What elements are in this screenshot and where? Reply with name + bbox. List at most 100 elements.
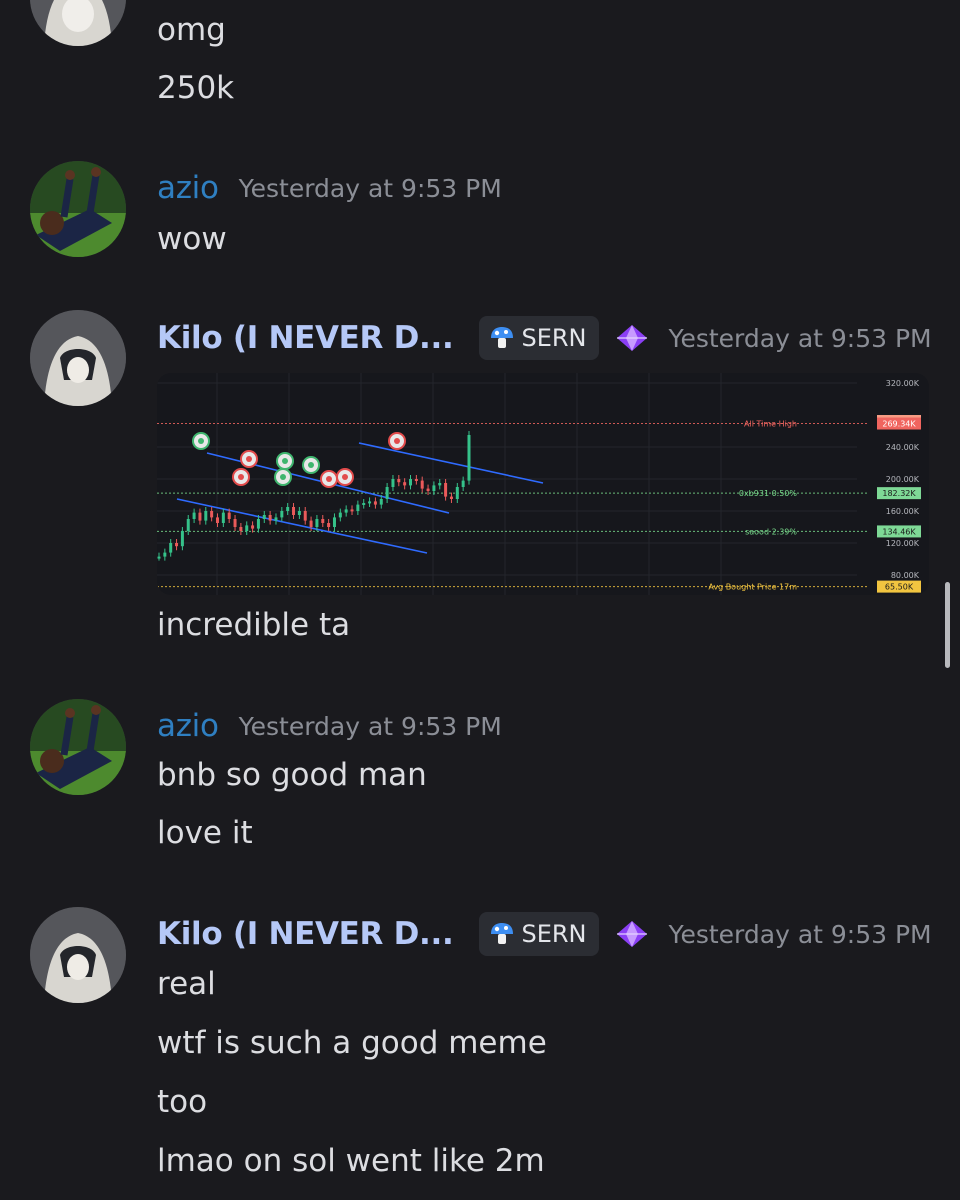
candle-body (251, 525, 255, 529)
candle-body (186, 519, 190, 531)
y-tick-label: 160.00K (886, 507, 920, 516)
chart-image-attachment[interactable]: 320.00K 240.00K 200.00K 160.00K 120.00K 80.00… (157, 373, 929, 595)
server-tag-label: SERN (521, 324, 587, 352)
message-text: wow (157, 221, 227, 257)
message-text: incredible ta (157, 607, 351, 643)
candle-body (420, 480, 424, 489)
candle-body (157, 556, 161, 559)
price-box-label: 65.50K (885, 583, 914, 592)
price-box-label: 134.46K (882, 527, 916, 536)
candle-body (391, 479, 395, 487)
candle-body (309, 520, 313, 527)
trade-marker-dot (326, 476, 332, 482)
message-text: lmao on sol went like 2m (157, 1143, 545, 1179)
timestamp[interactable]: Yesterday at 9:53 PM (239, 174, 502, 203)
candle-body (245, 525, 249, 531)
candle-body (163, 552, 167, 557)
candle-body (210, 511, 214, 518)
candle-body (338, 512, 342, 518)
candle-body (227, 512, 231, 519)
candle-body (403, 482, 407, 486)
trade-marker-dot (238, 474, 244, 480)
candle-body (268, 515, 272, 521)
scrollbar[interactable] (945, 582, 950, 668)
candle-body (169, 543, 173, 553)
candle-body (215, 517, 219, 523)
level-label: saood 2.39% (745, 527, 797, 536)
candle-body (409, 479, 413, 486)
candle-body (321, 519, 325, 523)
author-name[interactable]: azio (157, 170, 219, 206)
message-text: real (157, 966, 216, 1002)
candle-body (297, 511, 301, 515)
trade-marker-dot (308, 462, 314, 468)
purple-gem-icon[interactable] (615, 323, 649, 353)
server-tag-label: SERN (521, 920, 587, 948)
message-text: too (157, 1084, 208, 1120)
avatar[interactable] (30, 0, 126, 46)
y-tick-label: 240.00K (886, 443, 920, 452)
trade-marker-dot (198, 438, 204, 444)
mushroom-icon (491, 923, 514, 944)
server-tag[interactable]: SERN (479, 912, 599, 956)
y-tick-label: 320.00K (886, 379, 920, 388)
candle-body (455, 487, 459, 499)
candle-body (379, 499, 383, 505)
mushroom-icon (491, 327, 514, 348)
candle-body (204, 511, 208, 521)
trade-marker-dot (342, 474, 348, 480)
message-text: 250k (157, 70, 235, 106)
level-label: All Time High (744, 420, 797, 429)
candle-body (432, 485, 436, 491)
candle-body (373, 501, 377, 505)
candle-body (180, 531, 184, 547)
avatar-kilo[interactable] (30, 907, 126, 1003)
trade-marker-dot (394, 438, 400, 444)
message-text: bnb so good man (157, 757, 427, 793)
trend-line (358, 442, 544, 484)
candle-body (256, 519, 260, 529)
y-tick-label: 80.00K (891, 571, 920, 580)
candle-body (292, 507, 296, 515)
candle-body (461, 480, 465, 487)
candle-body (315, 519, 319, 527)
price-box-label: 182.32K (882, 489, 916, 498)
timestamp[interactable]: Yesterday at 9:53 PM (669, 324, 932, 353)
avatar-azio[interactable] (30, 699, 126, 795)
trend-line (176, 498, 428, 554)
author-name[interactable]: azio (157, 708, 219, 744)
candle-body (344, 509, 348, 513)
server-tag[interactable]: SERN (479, 316, 599, 360)
candle-body (327, 523, 331, 527)
message-header: azio Yesterday at 9:53 PM (157, 704, 502, 748)
candle-body (262, 515, 266, 519)
level-label: 0xb931 0.50% (739, 489, 798, 498)
candle-body (233, 519, 237, 527)
message-header: azio Yesterday at 9:53 PM (157, 166, 502, 210)
trade-marker-dot (282, 458, 288, 464)
candle-body (332, 517, 336, 527)
candle-body (280, 511, 284, 518)
candle-body (362, 503, 366, 505)
avatar-azio[interactable] (30, 161, 126, 257)
price-chart: 320.00K 240.00K 200.00K 160.00K 120.00K 80.00… (157, 373, 921, 595)
candle-body (350, 509, 354, 512)
avatar-kilo[interactable] (30, 310, 126, 406)
candle-body (175, 543, 179, 547)
candle-body (414, 479, 418, 481)
message-text: love it (157, 815, 253, 851)
author-name[interactable]: Kilo (I NEVER D... (157, 916, 454, 952)
timestamp[interactable]: Yesterday at 9:53 PM (669, 920, 932, 949)
message-header: Kilo (I NEVER D... SERN Yesterday at 9:5… (157, 912, 932, 956)
y-tick-label: 120.00K (886, 539, 920, 548)
author-name[interactable]: Kilo (I NEVER D... (157, 320, 454, 356)
candle-body (274, 517, 278, 521)
candle-body (449, 496, 453, 499)
purple-gem-icon[interactable] (615, 919, 649, 949)
candle-body (239, 527, 243, 531)
y-tick-label: 200.00K (886, 475, 920, 484)
candle-body (286, 507, 290, 511)
candle-body (397, 479, 401, 483)
candle-body (467, 435, 471, 481)
timestamp[interactable]: Yesterday at 9:53 PM (239, 712, 502, 741)
